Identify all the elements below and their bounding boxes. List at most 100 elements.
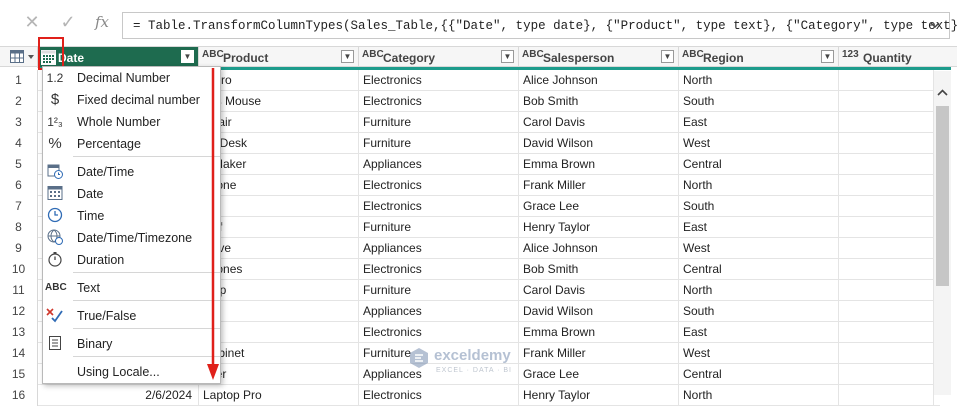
- cell-product[interactable]: helf: [199, 217, 359, 238]
- row-number[interactable]: 3: [0, 112, 38, 133]
- cell-category[interactable]: Furniture: [359, 112, 519, 133]
- cell-product[interactable]: phone: [199, 175, 359, 196]
- row-number[interactable]: 13: [0, 322, 38, 343]
- cell-category[interactable]: Electronics: [359, 175, 519, 196]
- cell-salesperson[interactable]: Alice Johnson: [519, 70, 679, 91]
- cell-product[interactable]: p Pro: [199, 70, 359, 91]
- row-number[interactable]: 6: [0, 175, 38, 196]
- column-header-quantity[interactable]: 123 Quantity: [839, 47, 957, 68]
- cell-product[interactable]: Cabinet: [199, 343, 359, 364]
- cell-salesperson[interactable]: Emma Brown: [519, 154, 679, 175]
- whole-number-type-icon[interactable]: 123: [842, 49, 859, 60]
- vertical-scrollbar[interactable]: [934, 71, 951, 395]
- cell-category[interactable]: Electronics: [359, 322, 519, 343]
- row-number[interactable]: 15: [0, 364, 38, 385]
- cell-product[interactable]: er: [199, 301, 359, 322]
- cell-quantity[interactable]: [839, 154, 934, 175]
- cell-quantity[interactable]: [839, 91, 934, 112]
- cell-product[interactable]: Chair: [199, 112, 359, 133]
- column-header-product[interactable]: ABC Product ▼: [199, 47, 359, 68]
- row-number[interactable]: 12: [0, 301, 38, 322]
- cell-quantity[interactable]: [839, 217, 934, 238]
- column-header-salesperson[interactable]: ABC Salesperson ▼: [519, 47, 679, 68]
- cell-salesperson[interactable]: Emma Brown: [519, 322, 679, 343]
- row-number[interactable]: 11: [0, 280, 38, 301]
- cell-category[interactable]: Furniture: [359, 280, 519, 301]
- cell-region[interactable]: East: [679, 112, 839, 133]
- cell-product[interactable]: ng Desk: [199, 133, 359, 154]
- menu-item-date-time[interactable]: Date/Time: [43, 161, 220, 183]
- cell-category[interactable]: Electronics: [359, 70, 519, 91]
- cell-region[interactable]: East: [679, 217, 839, 238]
- row-number[interactable]: 9: [0, 238, 38, 259]
- row-number[interactable]: 2: [0, 91, 38, 112]
- cell-salesperson[interactable]: Frank Miller: [519, 175, 679, 196]
- filter-dropdown-button[interactable]: ▼: [821, 50, 834, 63]
- close-icon[interactable]: ✕: [22, 12, 42, 32]
- menu-item-duration[interactable]: Duration: [43, 249, 220, 271]
- cell-date[interactable]: 2/6/2024: [38, 385, 199, 406]
- cell-product[interactable]: wave: [199, 238, 359, 259]
- cell-region[interactable]: South: [679, 91, 839, 112]
- cell-quantity[interactable]: [839, 175, 934, 196]
- cell-region[interactable]: West: [679, 238, 839, 259]
- column-header-category[interactable]: ABC Category ▼: [359, 47, 519, 68]
- menu-item-text[interactable]: ABC Text: [43, 277, 220, 299]
- menu-item-binary[interactable]: Binary: [43, 333, 220, 355]
- menu-item-date[interactable]: Date: [43, 183, 220, 205]
- cell-region[interactable]: South: [679, 196, 839, 217]
- row-number[interactable]: 5: [0, 154, 38, 175]
- cell-salesperson[interactable]: Henry Taylor: [519, 385, 679, 406]
- menu-item-true-false[interactable]: True/False: [43, 305, 220, 327]
- row-number[interactable]: 16: [0, 385, 38, 406]
- row-number[interactable]: 7: [0, 196, 38, 217]
- row-number[interactable]: 8: [0, 217, 38, 238]
- text-type-icon[interactable]: ABC: [522, 49, 544, 60]
- column-header-region[interactable]: ABC Region ▼: [679, 47, 839, 68]
- cell-salesperson[interactable]: David Wilson: [519, 301, 679, 322]
- row-number[interactable]: 4: [0, 133, 38, 154]
- check-icon[interactable]: ✓: [58, 12, 78, 32]
- filter-dropdown-button[interactable]: ▼: [661, 50, 674, 63]
- cell-quantity[interactable]: [839, 364, 934, 385]
- cell-product[interactable]: [199, 196, 359, 217]
- table-menu-button[interactable]: [0, 47, 38, 68]
- cell-category[interactable]: Electronics: [359, 259, 519, 280]
- cell-salesperson[interactable]: Grace Lee: [519, 196, 679, 217]
- row-number[interactable]: 10: [0, 259, 38, 280]
- cell-category[interactable]: Furniture: [359, 133, 519, 154]
- table-row[interactable]: 16 2/6/2024 Laptop Pro Electronics Henry Tay…: [0, 385, 940, 406]
- cell-quantity[interactable]: [839, 133, 934, 154]
- menu-item-decimal-number[interactable]: 1.2 Decimal Number: [43, 67, 220, 89]
- chevron-down-icon[interactable]: [929, 19, 941, 31]
- cell-salesperson[interactable]: David Wilson: [519, 133, 679, 154]
- menu-item-percentage[interactable]: % Percentage: [43, 133, 220, 155]
- filter-dropdown-button[interactable]: ▼: [501, 50, 514, 63]
- cell-salesperson[interactable]: Carol Davis: [519, 112, 679, 133]
- filter-dropdown-button[interactable]: ▼: [341, 50, 354, 63]
- cell-quantity[interactable]: [839, 343, 934, 364]
- cell-quantity[interactable]: [839, 322, 934, 343]
- cell-quantity[interactable]: [839, 280, 934, 301]
- cell-region[interactable]: Central: [679, 259, 839, 280]
- menu-item-fixed-decimal-number[interactable]: $ Fixed decimal number: [43, 89, 220, 111]
- cell-product[interactable]: phones: [199, 259, 359, 280]
- cell-category[interactable]: Appliances: [359, 301, 519, 322]
- cell-category[interactable]: Appliances: [359, 238, 519, 259]
- cell-quantity[interactable]: [839, 70, 934, 91]
- cell-quantity[interactable]: [839, 238, 934, 259]
- cell-category[interactable]: Furniture: [359, 217, 519, 238]
- scroll-thumb[interactable]: [936, 106, 949, 286]
- cell-product[interactable]: amp: [199, 280, 359, 301]
- formula-input[interactable]: = Table.TransformColumnTypes(Sales_Table…: [122, 12, 957, 39]
- cell-quantity[interactable]: [839, 196, 934, 217]
- cell-salesperson[interactable]: Bob Smith: [519, 259, 679, 280]
- cell-product[interactable]: or: [199, 322, 359, 343]
- cell-region[interactable]: West: [679, 343, 839, 364]
- chevron-up-icon[interactable]: [937, 88, 948, 99]
- cell-quantity[interactable]: [839, 301, 934, 322]
- cell-salesperson[interactable]: Henry Taylor: [519, 217, 679, 238]
- cell-region[interactable]: North: [679, 175, 839, 196]
- cell-category[interactable]: Electronics: [359, 385, 519, 406]
- cell-salesperson[interactable]: Bob Smith: [519, 91, 679, 112]
